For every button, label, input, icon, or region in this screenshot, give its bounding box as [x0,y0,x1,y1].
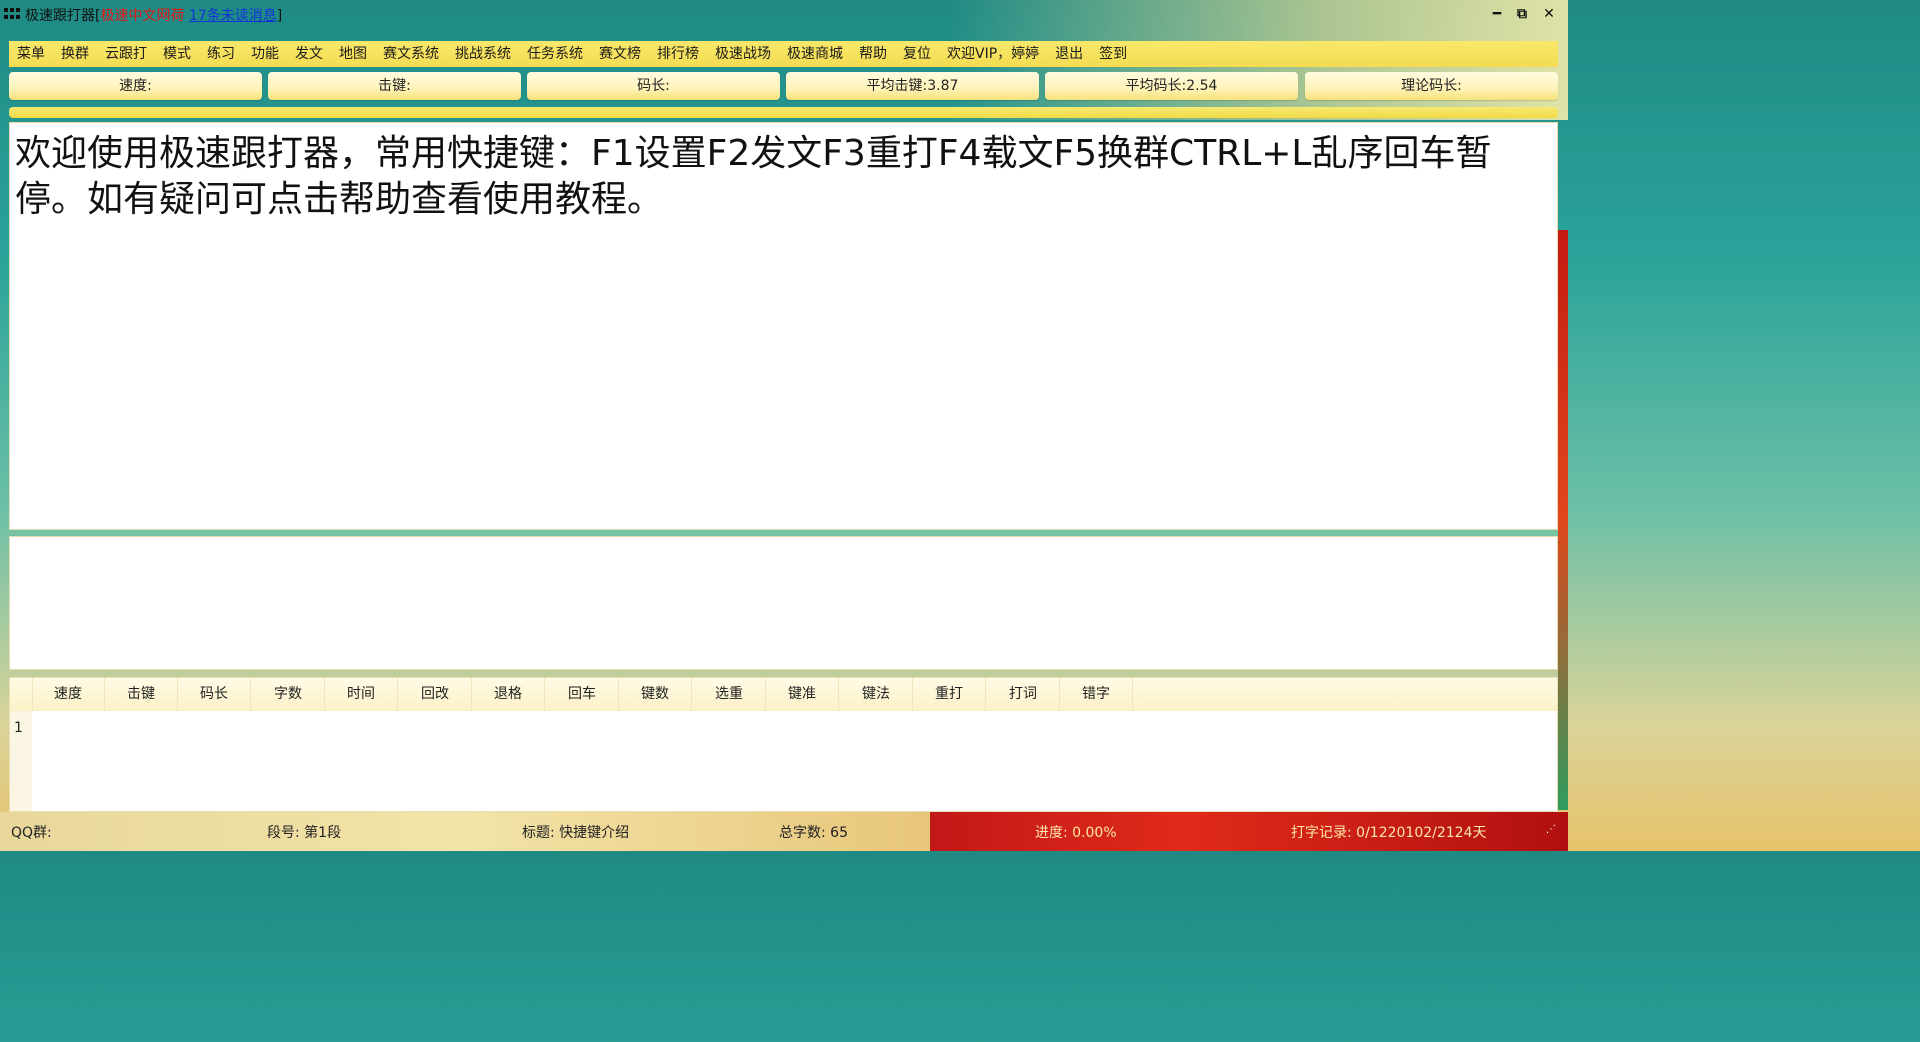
restore-icon[interactable]: ⧉ [1512,6,1532,22]
menu-item-challenge-system[interactable]: 挑战系统 [447,41,519,67]
stat-theory-code-length: 理论码长: [1305,72,1558,100]
app-name: 极速跟打器[ [25,8,101,24]
resize-grip-icon[interactable]: ⋰ [1546,824,1558,836]
column-header[interactable]: 字数 [252,678,325,711]
menu-item-send-text[interactable]: 发文 [287,41,331,67]
column-header[interactable]: 速度 [32,678,105,711]
menu-item-cloud-follow[interactable]: 云跟打 [97,41,155,67]
column-header[interactable]: 键准 [766,678,839,711]
menu-item-mode[interactable]: 模式 [155,41,199,67]
results-table: 速度 击键 码长 字数 时间 回改 退格 回车 键数 选重 键准 键法 重打 打… [9,677,1558,812]
column-header[interactable]: 码长 [178,678,251,711]
menu-item-map[interactable]: 地图 [331,41,375,67]
title-bar: 极速跟打器[极速中文网荷 17条未读消息] ━ ⧉ ✕ [0,0,1568,30]
column-header[interactable]: 错字 [1060,678,1133,711]
column-header[interactable]: 重打 [913,678,986,711]
app-grid-icon[interactable] [4,8,21,20]
table-corner [10,678,33,711]
status-record: 打字记录: 0/1220102/2124天 [1291,825,1487,841]
column-header[interactable]: 回车 [546,678,619,711]
status-bar: QQ群: 段号: 第1段 标题: 快捷键介绍 总字数: 65 进度: 0.00%… [0,818,1568,844]
reference-text: 欢迎使用极速跟打器，常用快捷键：F1设置F2发文F3重打F4载文F5换群CTRL… [15,133,1492,220]
close-icon[interactable]: ✕ [1539,6,1559,22]
stat-avg-keystroke: 平均击键:3.87 [786,72,1039,100]
menu-item-task-system[interactable]: 任务系统 [519,41,591,67]
menu-item-menu[interactable]: 菜单 [9,41,53,67]
status-qq-group: QQ群: [11,825,52,841]
menu-item-help[interactable]: 帮助 [851,41,895,67]
status-segment: 段号: 第1段 [267,825,342,841]
stat-speed: 速度: [9,72,262,100]
menu-item-practice[interactable]: 练习 [199,41,243,67]
table-row-number[interactable]: 1 [14,720,23,736]
stat-keystroke: 击键: [268,72,521,100]
status-title: 标题: 快捷键介绍 [522,825,630,841]
background-edge [1558,230,1568,810]
menu-bar: 菜单 换群 云跟打 模式 练习 功能 发文 地图 赛文系统 挑战系统 任务系统 … [9,41,1558,67]
menu-item-reset[interactable]: 复位 [895,41,939,67]
menu-item-check-in[interactable]: 签到 [1091,41,1135,67]
status-total-chars: 总字数: 65 [779,825,848,841]
menu-item-battlefield[interactable]: 极速战场 [707,41,779,67]
menu-item-shop[interactable]: 极速商城 [779,41,851,67]
window-title: 极速跟打器[极速中文网荷 17条未读消息] [25,5,282,25]
column-header[interactable]: 选重 [693,678,766,711]
column-header[interactable]: 击键 [105,678,178,711]
column-header[interactable]: 键法 [840,678,913,711]
title-close-bracket: ] [276,8,283,24]
status-progress: 进度: 0.00% [1035,825,1117,841]
stat-avg-code-length: 平均码长:2.54 [1045,72,1298,100]
column-header[interactable]: 键数 [619,678,692,711]
table-header: 速度 击键 码长 字数 时间 回改 退格 回车 键数 选重 键准 键法 重打 打… [10,678,1557,711]
progress-strip [9,107,1558,118]
stat-code-length: 码长: [527,72,780,100]
menu-item-leaderboard[interactable]: 排行榜 [649,41,707,67]
menu-item-function[interactable]: 功能 [243,41,287,67]
typing-input-area[interactable] [9,536,1558,670]
site-name: 极速中文网荷 [100,8,185,24]
column-header[interactable]: 时间 [325,678,398,711]
column-header[interactable]: 回改 [399,678,472,711]
menu-item-exit[interactable]: 退出 [1047,41,1091,67]
stats-bar: 速度: 击键: 码长: 平均击键:3.87 平均码长:2.54 理论码长: [9,72,1558,100]
column-header[interactable]: 退格 [472,678,545,711]
reference-text-panel[interactable]: 欢迎使用极速跟打器，常用快捷键：F1设置F2发文F3重打F4载文F5换群CTRL… [9,122,1558,530]
unread-messages-link[interactable]: 17条未读消息 [189,8,277,24]
menu-item-race-board[interactable]: 赛文榜 [591,41,649,67]
menu-item-welcome-vip[interactable]: 欢迎VIP，婷婷 [939,41,1047,67]
minimize-icon[interactable]: ━ [1487,6,1507,22]
menu-item-switch-group[interactable]: 换群 [53,41,97,67]
column-header[interactable]: 打词 [987,678,1060,711]
menu-item-race-system[interactable]: 赛文系统 [375,41,447,67]
